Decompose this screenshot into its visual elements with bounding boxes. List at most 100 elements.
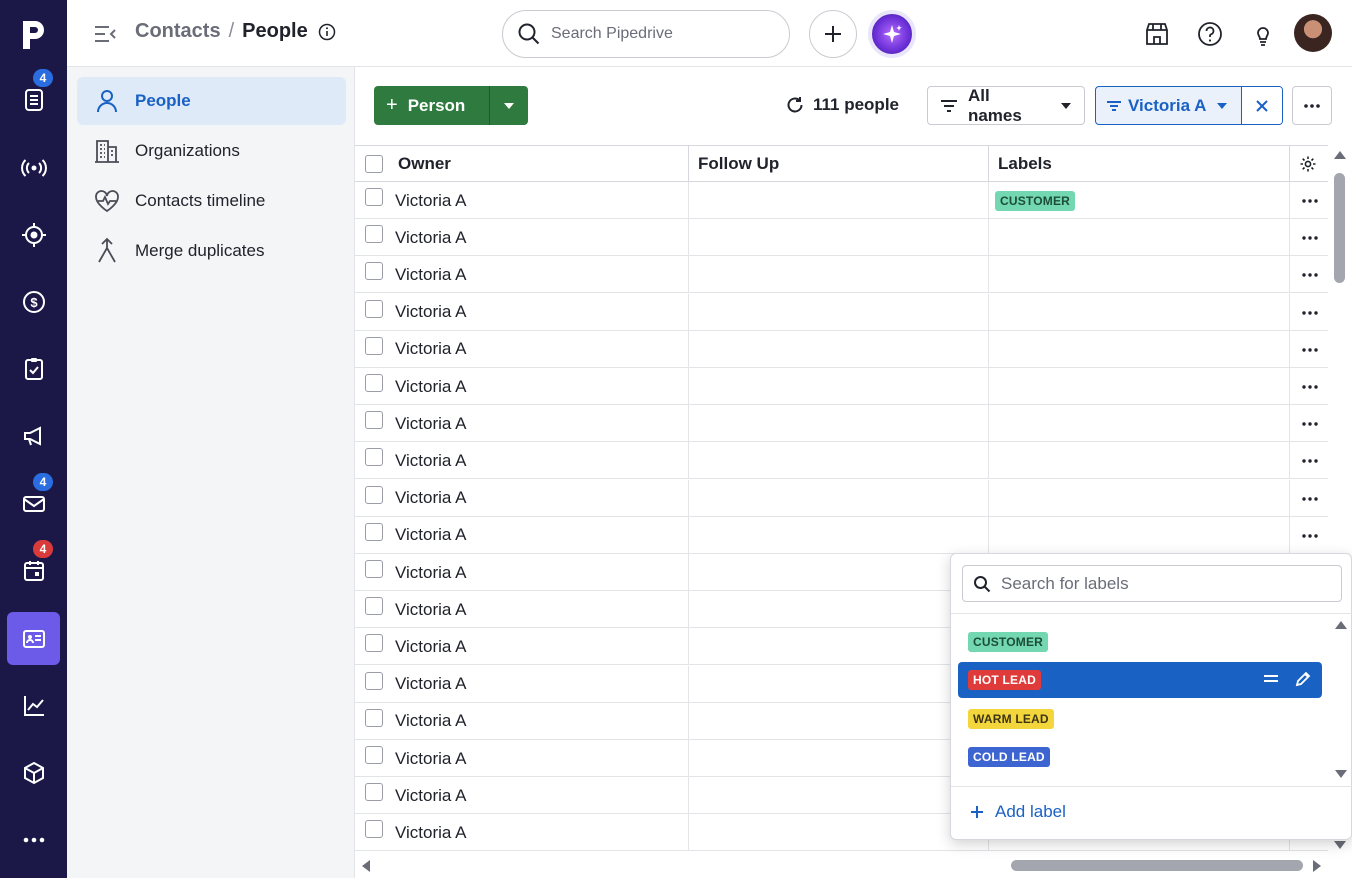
- refresh-icon[interactable]: [785, 95, 805, 115]
- follow-up-cell[interactable]: [689, 182, 989, 219]
- owner-cell[interactable]: Victoria A: [389, 405, 689, 443]
- dropdown-scroll-down-icon[interactable]: [1334, 769, 1348, 779]
- labels-cell[interactable]: [989, 330, 1290, 368]
- labels-cell[interactable]: [989, 442, 1290, 480]
- column-settings-icon[interactable]: [1299, 155, 1317, 173]
- scroll-down-arrow-icon[interactable]: [1333, 840, 1347, 850]
- row-more-icon[interactable]: [1300, 451, 1320, 471]
- dropdown-scroll-up-icon[interactable]: [1334, 620, 1348, 630]
- clear-filter-button[interactable]: [1241, 87, 1282, 124]
- owner-cell[interactable]: Victoria A: [389, 330, 689, 368]
- horizontal-scroll-thumb[interactable]: [1011, 860, 1303, 871]
- table-row[interactable]: Victoria A: [355, 256, 1328, 294]
- pipedrive-logo[interactable]: [0, 0, 67, 67]
- follow-up-cell[interactable]: [689, 330, 989, 368]
- row-checkbox[interactable]: [365, 671, 383, 690]
- follow-up-cell[interactable]: [689, 814, 989, 852]
- add-person-dropdown-button[interactable]: [489, 86, 528, 125]
- row-more-icon[interactable]: [1300, 377, 1320, 397]
- rail-activities[interactable]: [7, 342, 60, 395]
- owner-cell[interactable]: Victoria A: [389, 442, 689, 480]
- ai-assistant-button[interactable]: [868, 10, 916, 58]
- row-more-icon[interactable]: [1300, 414, 1320, 434]
- label-option-customer[interactable]: CUSTOMER: [958, 624, 1322, 660]
- follow-up-cell[interactable]: [689, 479, 989, 517]
- owner-cell[interactable]: Victoria A: [389, 256, 689, 294]
- row-more-icon[interactable]: [1300, 489, 1320, 509]
- row-checkbox[interactable]: [365, 522, 383, 541]
- row-checkbox[interactable]: [365, 485, 383, 504]
- horizontal-scrollbar[interactable]: [355, 853, 1352, 878]
- user-avatar[interactable]: [1294, 14, 1332, 52]
- table-row[interactable]: Victoria A: [355, 442, 1328, 480]
- row-checkbox[interactable]: [365, 225, 383, 244]
- owner-cell[interactable]: Victoria A: [389, 219, 689, 257]
- row-more-icon[interactable]: [1300, 228, 1320, 248]
- labels-cell[interactable]: [989, 293, 1290, 331]
- follow-up-cell[interactable]: [689, 516, 989, 554]
- table-row[interactable]: Victoria A: [355, 330, 1328, 368]
- label-option-warm-lead[interactable]: WARM LEAD: [958, 701, 1322, 737]
- row-checkbox[interactable]: [365, 374, 383, 392]
- follow-up-cell[interactable]: [689, 256, 989, 294]
- follow-up-cell[interactable]: [689, 777, 989, 815]
- label-search-input[interactable]: [1001, 573, 1321, 594]
- table-row[interactable]: Victoria A: [355, 405, 1328, 443]
- labels-cell[interactable]: [989, 479, 1290, 517]
- owner-cell[interactable]: Victoria A: [389, 740, 689, 777]
- name-filter-button[interactable]: All names: [927, 86, 1085, 125]
- row-checkbox[interactable]: [365, 783, 383, 802]
- owner-cell[interactable]: Victoria A: [389, 368, 689, 405]
- table-row[interactable]: Victoria A: [355, 368, 1328, 405]
- labels-cell[interactable]: [989, 219, 1290, 257]
- sidenav-item-organizations[interactable]: Organizations: [77, 127, 346, 175]
- follow-up-cell[interactable]: [689, 219, 989, 257]
- owner-cell[interactable]: Victoria A: [389, 479, 689, 517]
- labels-cell[interactable]: [989, 256, 1290, 294]
- follow-up-cell[interactable]: [689, 740, 989, 777]
- row-checkbox[interactable]: [365, 188, 383, 206]
- scroll-up-arrow-icon[interactable]: [1333, 150, 1347, 160]
- breadcrumb-contacts[interactable]: Contacts: [135, 20, 221, 43]
- follow-up-cell[interactable]: [689, 368, 989, 405]
- row-checkbox[interactable]: [365, 820, 383, 839]
- owner-cell[interactable]: Victoria A: [389, 516, 689, 554]
- rail-products[interactable]: [7, 746, 60, 799]
- scroll-right-arrow-icon[interactable]: [1312, 859, 1322, 873]
- labels-cell[interactable]: [989, 368, 1290, 405]
- label-option-hot-lead[interactable]: HOT LEAD: [958, 662, 1322, 698]
- rail-campaigns[interactable]: [7, 409, 60, 462]
- more-actions-button[interactable]: [1292, 86, 1332, 125]
- row-checkbox[interactable]: [365, 560, 383, 578]
- help-icon[interactable]: [1196, 20, 1224, 48]
- row-checkbox[interactable]: [365, 299, 383, 318]
- rail-deals[interactable]: $: [7, 275, 60, 328]
- owner-cell[interactable]: Victoria A: [389, 814, 689, 852]
- owner-cell[interactable]: Victoria A: [389, 554, 689, 591]
- sidenav-item-contacts-timeline[interactable]: Contacts timeline: [77, 177, 346, 225]
- rail-target[interactable]: [7, 208, 60, 261]
- row-checkbox[interactable]: [365, 746, 383, 764]
- pencil-icon[interactable]: [1294, 670, 1312, 688]
- labels-cell[interactable]: CUSTOMER: [989, 182, 1290, 219]
- owner-cell[interactable]: Victoria A: [389, 628, 689, 666]
- owner-cell[interactable]: Victoria A: [389, 182, 689, 219]
- row-checkbox[interactable]: [365, 634, 383, 653]
- row-more-icon[interactable]: [1300, 340, 1320, 360]
- rail-insights[interactable]: [7, 679, 60, 732]
- follow-up-cell[interactable]: [689, 702, 989, 740]
- row-checkbox[interactable]: [365, 448, 383, 467]
- drag-handle-icon[interactable]: [1262, 670, 1280, 688]
- row-more-icon[interactable]: [1300, 526, 1320, 546]
- column-header-labels[interactable]: Labels: [989, 146, 1290, 182]
- owner-cell[interactable]: Victoria A: [389, 591, 689, 629]
- rail-contacts[interactable]: [7, 612, 60, 665]
- collapse-menu-icon[interactable]: [93, 22, 117, 46]
- row-checkbox[interactable]: [365, 597, 383, 616]
- rail-more[interactable]: [7, 813, 60, 866]
- table-row[interactable]: Victoria A: [355, 293, 1328, 331]
- labels-cell[interactable]: [989, 405, 1290, 443]
- select-all-checkbox[interactable]: [365, 155, 383, 173]
- vertical-scroll-thumb[interactable]: [1334, 173, 1345, 283]
- follow-up-cell[interactable]: [689, 442, 989, 480]
